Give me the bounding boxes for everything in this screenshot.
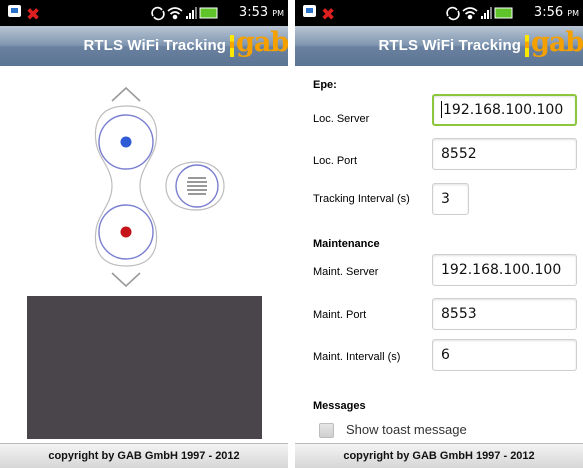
tracking-interval-label: Tracking Interval (s) <box>313 193 410 205</box>
maint-interval-value: 6 <box>441 347 450 363</box>
wifi-icon <box>167 7 183 20</box>
signal-icon <box>186 7 197 19</box>
status-icons <box>151 6 218 21</box>
text-cursor <box>441 100 442 118</box>
loc-port-input[interactable]: 8552 <box>432 138 577 170</box>
right-screen: ✖ 3:56 PM RTLS WiFi Tracking gab Epe: Lo… <box>295 0 583 468</box>
logo-bar <box>230 35 234 57</box>
ampm-text: PM <box>272 9 284 18</box>
section-messages: Messages <box>313 400 366 412</box>
tracking-controller <box>94 86 225 288</box>
maint-interval-label: Maint. Intervall (s) <box>313 351 401 363</box>
status-icons <box>446 6 513 21</box>
gab-logo: gab <box>525 27 583 62</box>
maint-port-label: Maint. Port <box>313 309 367 321</box>
arrow-down-icon <box>111 272 141 288</box>
app-title: RTLS WiFi Tracking <box>83 37 226 54</box>
settings-form: Epe: Loc. Server 192.168.100.100 Loc. Po… <box>295 66 583 442</box>
logo-bar <box>525 35 529 57</box>
ampm-text: PM <box>567 9 579 18</box>
gab-logo: gab <box>230 27 288 62</box>
loc-port-label: Loc. Port <box>313 155 358 167</box>
notification-icon <box>8 5 21 17</box>
battery-icon <box>199 7 218 19</box>
loc-server-label: Loc. Server <box>313 113 370 125</box>
title-bar: RTLS WiFi Tracking gab <box>0 26 288 66</box>
missed-call-icon: ✖ <box>321 5 336 25</box>
footer: copyright by GAB GmbH 1997 - 2012 <box>295 443 583 468</box>
maint-port-value: 8553 <box>441 306 477 322</box>
footer: copyright by GAB GmbH 1997 - 2012 <box>0 443 288 468</box>
status-bar: ✖ 3:56 PM <box>295 0 583 26</box>
battery-icon <box>494 7 513 19</box>
title-bar: RTLS WiFi Tracking gab <box>295 26 583 66</box>
map-panel[interactable] <box>27 296 262 439</box>
copyright-text: copyright by GAB GmbH 1997 - 2012 <box>48 450 240 462</box>
loc-port-value: 8552 <box>441 146 477 162</box>
maint-server-input[interactable]: 192.168.100.100 <box>432 254 577 286</box>
blue-position-button[interactable] <box>98 114 154 170</box>
section-epe: Epe: <box>313 79 337 91</box>
menu-button[interactable] <box>165 161 225 211</box>
status-bar: ✖ 3:53 PM <box>0 0 288 26</box>
wifi-icon <box>462 7 478 20</box>
maint-server-value: 192.168.100.100 <box>441 262 562 278</box>
maint-interval-input[interactable]: 6 <box>432 339 577 371</box>
red-position-button[interactable] <box>98 204 154 260</box>
tracking-interval-input[interactable]: 3 <box>432 183 469 215</box>
time-text: 3:56 <box>533 5 564 20</box>
tracking-interval-value: 3 <box>441 191 450 207</box>
notification-icon <box>303 5 316 17</box>
status-time: 3:53 PM <box>239 5 284 20</box>
time-text: 3:53 <box>238 5 269 20</box>
sync-icon <box>446 6 460 21</box>
maint-server-label: Maint. Server <box>313 266 379 278</box>
loc-server-value: 192.168.100.100 <box>443 102 564 118</box>
show-toast-label: Show toast message <box>346 422 467 437</box>
app-title: RTLS WiFi Tracking <box>378 37 521 54</box>
copyright-text: copyright by GAB GmbH 1997 - 2012 <box>343 450 535 462</box>
maint-port-input[interactable]: 8553 <box>432 298 577 330</box>
left-screen: ✖ 3:53 PM RTLS WiFi Tracking gab copyrig… <box>0 0 288 468</box>
sync-icon <box>151 6 165 21</box>
arrow-up-icon <box>111 86 141 102</box>
logo-text: gab <box>531 27 583 58</box>
screen-separator <box>288 0 295 468</box>
show-toast-checkbox[interactable] <box>319 423 334 438</box>
missed-call-icon: ✖ <box>26 5 41 25</box>
loc-server-input[interactable]: 192.168.100.100 <box>432 94 577 126</box>
signal-icon <box>481 7 492 19</box>
logo-text: gab <box>236 27 288 58</box>
status-time: 3:56 PM <box>534 5 579 20</box>
section-maintenance: Maintenance <box>313 238 380 250</box>
